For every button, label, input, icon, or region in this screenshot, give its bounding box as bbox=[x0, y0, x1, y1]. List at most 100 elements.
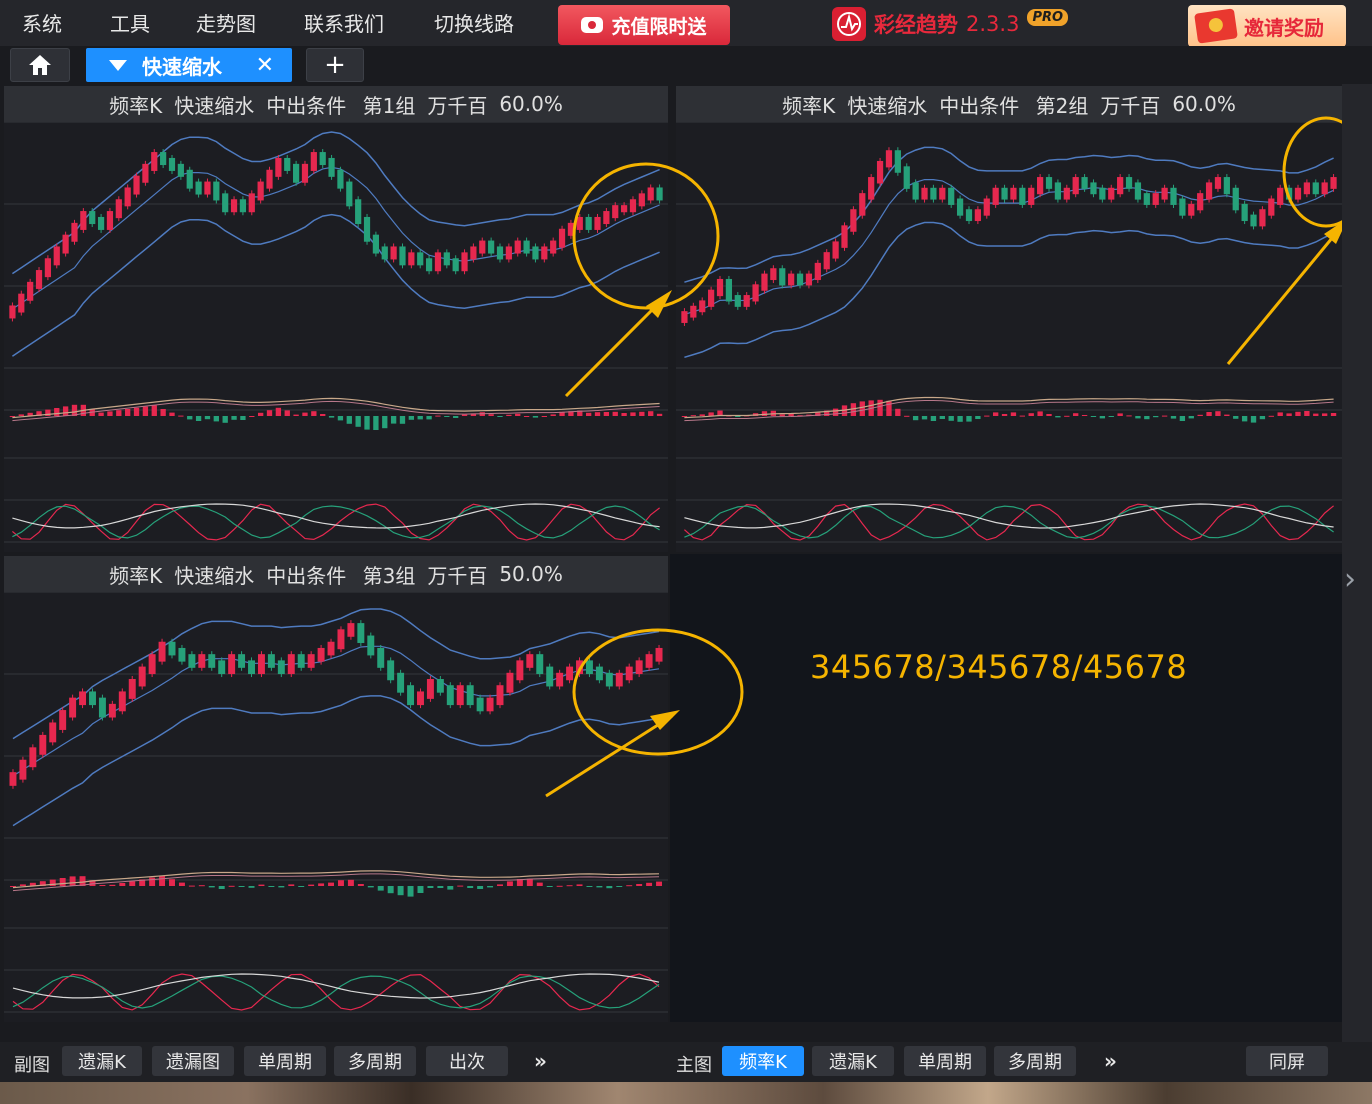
sub-single-period-button[interactable]: 单周期 bbox=[244, 1046, 326, 1076]
sync-screen-button[interactable]: 同屏 bbox=[1246, 1046, 1328, 1076]
histogram-bar bbox=[1046, 414, 1052, 416]
panel-3-chart[interactable] bbox=[4, 592, 668, 1022]
histogram-bar bbox=[1161, 415, 1168, 417]
histogram-bar bbox=[231, 416, 237, 420]
panel-1-percent: 60.0% bbox=[499, 92, 563, 116]
candle bbox=[124, 187, 131, 207]
candle bbox=[257, 181, 264, 201]
histogram-bar bbox=[178, 415, 184, 417]
recharge-promo-button[interactable]: 充值限时送 bbox=[558, 5, 730, 45]
menu-tools[interactable]: 工具 bbox=[110, 8, 150, 37]
sub-occurrence-button[interactable]: 出次 bbox=[426, 1046, 508, 1076]
sub-missing-chart-label: 遗漏图 bbox=[166, 1052, 220, 1073]
candle bbox=[35, 270, 43, 289]
candle bbox=[1001, 187, 1008, 200]
candle bbox=[1108, 187, 1115, 200]
sub-missing-chart-button[interactable]: 遗漏图 bbox=[152, 1046, 234, 1076]
candle bbox=[44, 258, 51, 278]
panel-1-header: 频率K 快速缩水 中出条件 第1组 万千百 60.0% bbox=[4, 86, 668, 122]
candle bbox=[868, 177, 875, 200]
histogram-bar bbox=[208, 886, 215, 888]
chart-panel-2[interactable]: 频率K 快速缩水 中出条件 第2组 万千百 60.0% bbox=[676, 86, 1342, 552]
main-single-period-button[interactable]: 单周期 bbox=[904, 1046, 986, 1076]
histogram-bar bbox=[1001, 414, 1008, 416]
histogram-bar bbox=[457, 885, 464, 887]
menu-contact[interactable]: 联系我们 bbox=[304, 8, 384, 37]
candle bbox=[1028, 187, 1035, 205]
candle bbox=[257, 654, 265, 675]
add-tab-button[interactable]: + bbox=[306, 48, 364, 82]
histogram-bar bbox=[1064, 415, 1070, 417]
main-more-icon[interactable]: » bbox=[1104, 1049, 1117, 1073]
main-missing-k-label: 遗漏K bbox=[829, 1052, 877, 1073]
bottom-toolbar: 副图 遗漏K 遗漏图 单周期 多周期 出次 » 主图 频率K 遗漏K 单周期 多… bbox=[0, 1042, 1372, 1082]
histogram-bar bbox=[877, 399, 883, 416]
histogram-bar bbox=[109, 884, 116, 886]
candle bbox=[595, 666, 603, 681]
histogram-bar bbox=[1055, 416, 1061, 418]
oscillator-line-1 bbox=[684, 505, 1334, 539]
tab-home[interactable] bbox=[10, 48, 70, 82]
sub-missing-k-button[interactable]: 遗漏K bbox=[62, 1046, 142, 1076]
menu-trend-chart[interactable]: 走势图 bbox=[196, 8, 256, 37]
candle bbox=[177, 163, 184, 177]
sub-multi-period-button[interactable]: 多周期 bbox=[334, 1046, 416, 1076]
oscillator-line-1 bbox=[12, 975, 660, 1009]
histogram-bar bbox=[390, 416, 397, 424]
tab-quick-filter[interactable]: 快速缩水 ✕ bbox=[86, 48, 292, 82]
candle bbox=[381, 246, 388, 260]
candle bbox=[346, 181, 353, 207]
histogram-bar bbox=[506, 881, 513, 886]
candle bbox=[407, 685, 415, 706]
chart-panel-3[interactable]: 频率K 快速缩水 中出条件 第3组 万千百 50.0% bbox=[4, 556, 668, 1022]
panel-2-chart[interactable] bbox=[676, 122, 1342, 552]
sub-more-icon[interactable]: » bbox=[534, 1049, 547, 1073]
candle bbox=[168, 157, 176, 171]
candle bbox=[39, 734, 47, 755]
histogram-bar bbox=[1037, 411, 1043, 416]
histogram-bar bbox=[626, 885, 633, 887]
histogram-bar bbox=[397, 886, 404, 896]
desktop-background-strip bbox=[0, 1082, 1372, 1104]
candle bbox=[1241, 203, 1248, 222]
candle bbox=[1205, 182, 1213, 200]
histogram-bar bbox=[681, 416, 688, 417]
candle bbox=[1143, 193, 1150, 205]
chevron-right-icon[interactable]: › bbox=[1344, 562, 1356, 597]
candle bbox=[108, 703, 116, 718]
histogram-bar bbox=[1295, 411, 1301, 416]
candle bbox=[446, 685, 454, 706]
main-missing-k-button[interactable]: 遗漏K bbox=[812, 1046, 894, 1076]
candle bbox=[1321, 182, 1328, 195]
histogram-bar bbox=[399, 416, 406, 424]
candle bbox=[425, 258, 433, 272]
panel-1-mode: 频率K bbox=[109, 93, 163, 118]
menu-switch-route[interactable]: 切换线路 bbox=[434, 8, 514, 37]
candle bbox=[266, 169, 273, 189]
candle bbox=[456, 685, 464, 706]
histogram-bar bbox=[603, 412, 610, 416]
menu-system[interactable]: 系统 bbox=[22, 8, 62, 37]
histogram-bar bbox=[1259, 416, 1266, 420]
histogram-bar bbox=[556, 885, 563, 887]
chart-panel-1[interactable]: 频率K 快速缩水 中出条件 第1组 万千百 60.0% bbox=[4, 86, 668, 552]
close-icon[interactable]: ✕ bbox=[256, 53, 274, 78]
histogram-bar bbox=[107, 411, 113, 416]
candle bbox=[367, 635, 375, 656]
candle bbox=[397, 672, 405, 693]
right-collapse-strip[interactable]: › bbox=[1342, 84, 1372, 1044]
histogram-bar bbox=[204, 416, 211, 420]
histogram-bar bbox=[69, 876, 76, 886]
panel-1-chart[interactable] bbox=[4, 122, 668, 552]
invite-reward-button[interactable]: 邀请奖励 bbox=[1188, 5, 1346, 47]
histogram-bar bbox=[1241, 416, 1248, 422]
candle bbox=[814, 262, 821, 281]
candle bbox=[186, 169, 193, 189]
candle bbox=[476, 697, 484, 712]
candle bbox=[443, 252, 450, 266]
upper-band-line bbox=[684, 146, 1334, 283]
main-frequency-k-button[interactable]: 频率K bbox=[722, 1046, 804, 1076]
main-multi-period-button[interactable]: 多周期 bbox=[994, 1046, 1076, 1076]
histogram-bar bbox=[487, 886, 494, 888]
histogram-bar bbox=[373, 416, 379, 430]
